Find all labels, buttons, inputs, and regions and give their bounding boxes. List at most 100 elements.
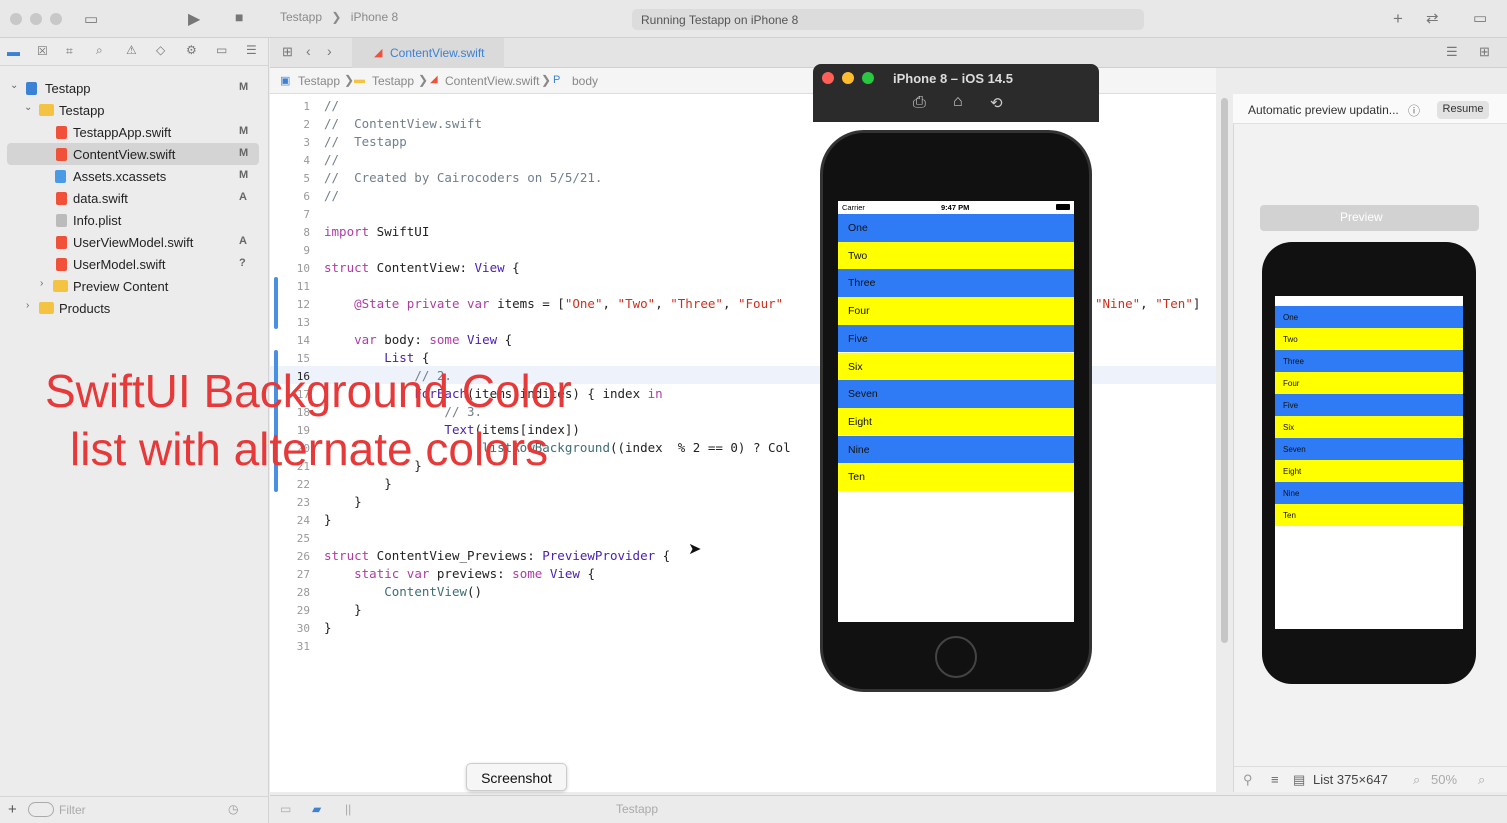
list-row[interactable]: Two (838, 241, 1074, 270)
nav-item-products[interactable]: › Products (0, 297, 269, 319)
stop-button[interactable]: ■ (235, 9, 243, 25)
list-row-label: Ten (848, 471, 865, 484)
list-row[interactable]: Seven (838, 380, 1074, 408)
code-line: struct ContentView: View { (324, 260, 520, 275)
debug-icon[interactable]: ⚙ (186, 43, 197, 57)
folder-icon[interactable]: ▬ (7, 44, 20, 59)
minimize-window-button[interactable] (30, 13, 42, 25)
editor-options-icon[interactable]: ☰ (1446, 44, 1458, 60)
nav-item-label: Info.plist (73, 213, 122, 228)
line-number: 10 (296, 262, 310, 275)
preview-row-label: One (1283, 313, 1299, 322)
resume-button[interactable]: Resume (1437, 101, 1489, 119)
rotate-icon[interactable]: ⟲ (990, 94, 1003, 112)
code-review-icon[interactable]: ⇄ (1426, 9, 1439, 27)
nav-item-info-plist[interactable]: Info.plist (0, 209, 269, 231)
back-icon[interactable]: ‹ (306, 43, 311, 59)
list-row[interactable]: Six (838, 352, 1074, 380)
search-icon[interactable]: ⌕ (96, 43, 103, 58)
line-number: 5 (303, 172, 310, 185)
zoom-window-button[interactable] (50, 13, 62, 25)
code-line: // ContentView.swift (324, 116, 483, 131)
line-number: 1 (303, 100, 310, 113)
chevron-right-icon[interactable]: › (40, 278, 43, 289)
zoom-in-icon[interactable]: ⌕ (1478, 772, 1485, 788)
nav-item-label: UserViewModel.swift (73, 235, 194, 250)
close-window-button[interactable] (822, 72, 834, 84)
preview-status-text: Automatic preview updatin... (1248, 103, 1399, 117)
code-line: @State private var items = ["One", "Two"… (354, 296, 784, 311)
split-editor-icon[interactable]: ⊞ (1479, 44, 1490, 60)
home-button[interactable] (935, 636, 977, 678)
list-row[interactable]: Nine (838, 435, 1074, 464)
nav-item-testapp-group[interactable]: ⌄ Testapp (0, 99, 269, 121)
nav-item-usermodel[interactable]: UserModel.swift ? (0, 253, 269, 275)
list-row[interactable]: Three (838, 269, 1074, 297)
breadcrumb-item[interactable]: Testapp (372, 74, 414, 88)
swift-file-icon (56, 236, 67, 249)
preview-row-label: Four (1283, 379, 1300, 388)
minimize-window-button[interactable] (842, 72, 854, 84)
grid-icon[interactable]: ⊞ (282, 44, 293, 60)
forward-icon[interactable]: › (327, 43, 332, 59)
nav-item-contentview[interactable]: ContentView.swift M (0, 143, 269, 165)
breakpoint-icon[interactable]: ▭ (216, 43, 227, 57)
nav-item-label: Preview Content (73, 279, 169, 294)
nav-item-testappapp[interactable]: TestappApp.swift M (0, 121, 269, 143)
filter-input[interactable]: Filter (59, 803, 86, 817)
info-icon[interactable]: ⓘ (1408, 102, 1420, 119)
list-row[interactable]: Eight (838, 407, 1074, 436)
filter-options-icon[interactable] (28, 802, 54, 817)
inspector-toggle-icon[interactable]: ▭ (1473, 9, 1487, 27)
list-row[interactable]: Ten (838, 463, 1074, 491)
add-file-icon[interactable]: + (8, 801, 17, 818)
chevron-right-icon: ❯ (418, 73, 429, 87)
close-window-button[interactable] (10, 13, 22, 25)
nav-item-testapp-project[interactable]: ⌄ Testapp M (0, 77, 269, 99)
list-row[interactable]: Four (838, 297, 1074, 325)
preview-label[interactable]: Preview (1340, 210, 1383, 224)
warning-icon[interactable]: ⚠ (126, 43, 137, 57)
breakpoints-icon[interactable]: ▰ (312, 802, 321, 816)
line-number: 29 (296, 604, 310, 617)
chevron-down-icon[interactable]: ⌄ (10, 80, 18, 91)
nav-item-preview-content[interactable]: › Preview Content (0, 275, 269, 297)
breadcrumb-item[interactable]: Testapp (298, 74, 340, 88)
breadcrumb-item[interactable]: ContentView.swift (445, 74, 540, 88)
list-row-label: Two (848, 249, 868, 262)
sidebar-toggle-icon[interactable]: ▭ (84, 10, 98, 28)
pause-icon[interactable]: || (345, 802, 351, 816)
editor-scrollbar[interactable] (1221, 98, 1228, 643)
chevron-down-icon[interactable]: ⌄ (24, 102, 32, 113)
zoom-out-icon[interactable]: ⌕ (1413, 772, 1420, 788)
nav-item-data[interactable]: data.swift A (0, 187, 269, 209)
test-icon[interactable]: ◇ (156, 43, 165, 57)
report-icon[interactable]: ☰ (246, 43, 257, 57)
source-control-icon[interactable]: ☒ (37, 44, 48, 58)
overlay-title: SwiftUI Background Color (45, 365, 572, 417)
debug-target-label: Testapp (616, 802, 659, 816)
scheme-selector[interactable]: Testapp ❯ iPhone 8 (280, 10, 398, 24)
tab-contentview[interactable]: ◢ ContentView.swift (352, 38, 504, 68)
nav-item-assets[interactable]: Assets.xcassets M (0, 165, 269, 187)
console-toggle-icon[interactable]: ▭ (280, 802, 291, 816)
camera-icon[interactable]: ⎙ (913, 94, 926, 112)
folder-icon (39, 104, 54, 116)
home-icon[interactable]: ⌂ (953, 93, 963, 111)
breadcrumb-item[interactable]: body (572, 74, 598, 88)
nav-item-userviewmodel[interactable]: UserViewModel.swift A (0, 231, 269, 253)
run-button[interactable]: ▶ (188, 9, 200, 29)
list-row[interactable]: Five (838, 324, 1074, 353)
zoom-window-button[interactable] (862, 72, 874, 84)
chevron-right-icon[interactable]: › (26, 300, 29, 311)
recent-files-icon[interactable]: ◷ (228, 802, 238, 816)
list-row-label: Three (848, 277, 876, 290)
nav-item-label: Testapp (59, 103, 105, 118)
symbol-icon[interactable]: ⌗ (66, 44, 73, 59)
list-row[interactable]: One (838, 214, 1074, 242)
adjust-icon[interactable]: ≡ (1271, 772, 1279, 787)
navigator-filter-bar: + Filter ◷ (0, 796, 269, 823)
pin-icon[interactable]: ⚲ (1243, 772, 1253, 788)
simulator-screen[interactable]: Carrier 9:47 PM One Two Three Four Five Six Se… (838, 201, 1074, 622)
add-icon[interactable]: + (1393, 9, 1403, 29)
